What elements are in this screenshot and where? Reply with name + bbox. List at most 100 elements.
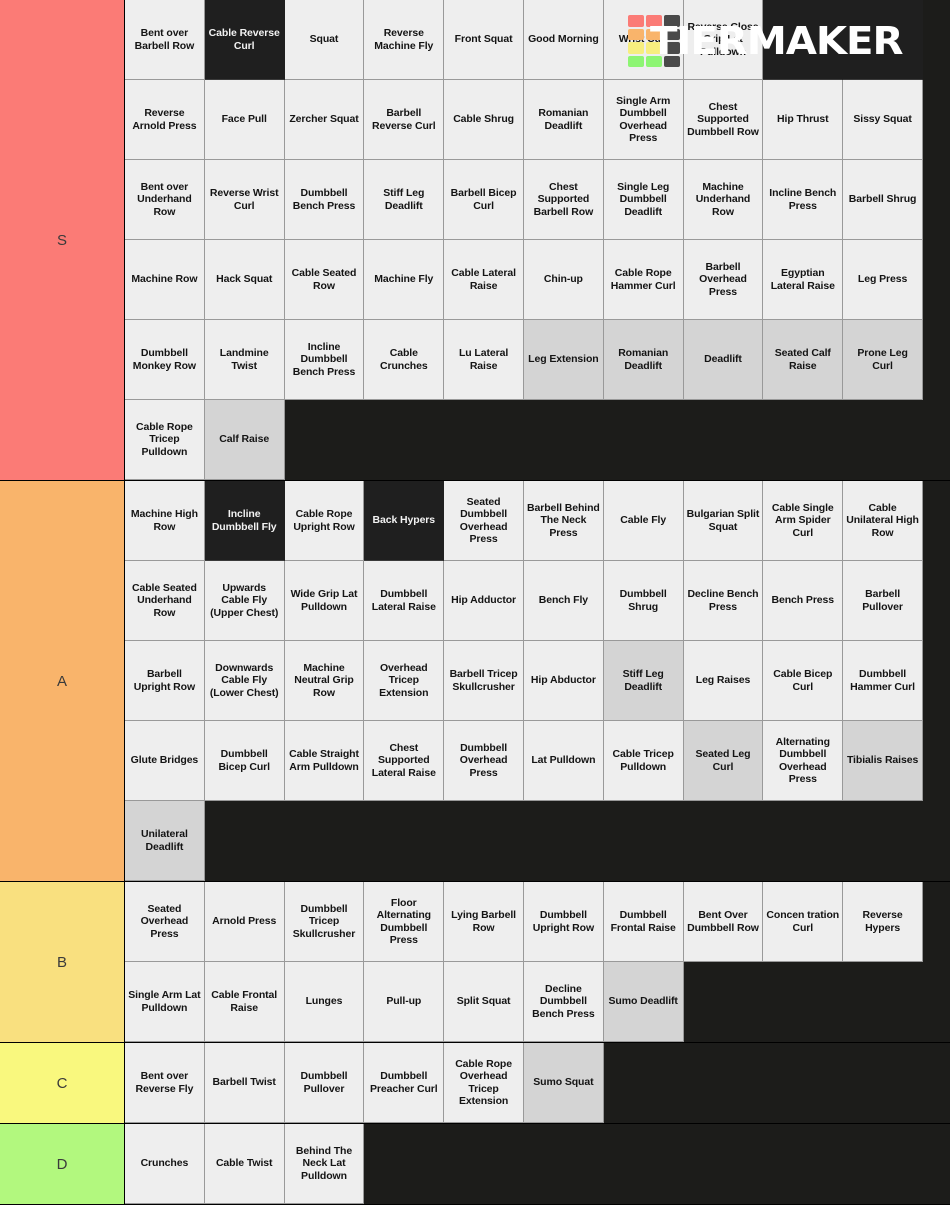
tier-item[interactable]: Leg Press: [843, 240, 923, 320]
tier-item[interactable]: Barbell Bicep Curl: [444, 160, 524, 240]
tier-item[interactable]: Dumbbell Preacher Curl: [364, 1043, 445, 1123]
tier-item[interactable]: Machine Underhand Row: [683, 160, 764, 240]
tier-item[interactable]: Stiff Leg Deadlift: [364, 160, 445, 240]
tier-item[interactable]: Wrist Curl: [603, 0, 684, 80]
tier-item[interactable]: Wide Grip Lat Pulldown: [284, 561, 365, 641]
tier-item[interactable]: Single Leg Dumbbell Deadlift: [603, 160, 684, 240]
tier-item[interactable]: Barbell Tricep Skullcrusher: [444, 641, 524, 721]
tier-item[interactable]: Cable Seated Row: [284, 240, 365, 320]
tier-item[interactable]: Face Pull: [204, 80, 285, 160]
tier-item[interactable]: Reverse Arnold Press: [125, 80, 205, 160]
tier-item[interactable]: Dumbbell Pullover: [284, 1043, 365, 1123]
tier-item[interactable]: Lunges: [284, 962, 365, 1042]
tier-item[interactable]: Glute Bridges: [125, 721, 205, 801]
tier-item[interactable]: Decline Bench Press: [683, 561, 764, 641]
tier-item[interactable]: Leg Extension: [523, 320, 604, 400]
tier-item[interactable]: Egyptian Lateral Raise: [763, 240, 844, 320]
tier-item[interactable]: Dumbbell Monkey Row: [125, 320, 205, 400]
tier-item[interactable]: Seated Overhead Press: [125, 882, 205, 962]
tier-item[interactable]: Dumbbell Overhead Press: [444, 721, 524, 801]
tier-item[interactable]: Cable Crunches: [364, 320, 445, 400]
tier-item[interactable]: Dumbbell Upright Row: [523, 882, 604, 962]
tier-item[interactable]: Dumbbell Bench Press: [284, 160, 365, 240]
tier-item[interactable]: Cable Shrug: [444, 80, 524, 160]
tier-label-s[interactable]: S: [0, 0, 125, 480]
tier-item[interactable]: Chest Supported Dumbbell Row: [683, 80, 764, 160]
tier-item[interactable]: Floor Alternating Dumbbell Press: [364, 882, 445, 962]
tier-item[interactable]: Stiff Leg Deadlift: [603, 641, 684, 721]
tier-item[interactable]: Dumbbell Hammer Curl: [843, 641, 923, 721]
tier-item[interactable]: Bent Over Dumbbell Row: [683, 882, 764, 962]
tier-item[interactable]: Single Arm Dumbbell Overhead Press: [603, 80, 684, 160]
tier-item[interactable]: Sumo Deadlift: [603, 962, 684, 1042]
tier-item[interactable]: Squat: [284, 0, 365, 80]
tier-item[interactable]: Zercher Squat: [284, 80, 365, 160]
tier-item[interactable]: Hip Adductor: [444, 561, 524, 641]
tier-item[interactable]: Cable Rope Overhead Tricep Extension: [444, 1043, 524, 1123]
tier-item[interactable]: Cable Frontal Raise: [204, 962, 285, 1042]
tier-item[interactable]: Lat Pulldown: [523, 721, 604, 801]
tier-item[interactable]: Cable Straight Arm Pulldown: [284, 721, 365, 801]
tier-item[interactable]: Bench Fly: [523, 561, 604, 641]
tier-item[interactable]: Upwards Cable Fly (Upper Chest): [204, 561, 285, 641]
tier-item[interactable]: Behind The Neck Lat Pulldown: [284, 1124, 365, 1204]
tier-item[interactable]: Tibialis Raises: [843, 721, 923, 801]
tier-item[interactable]: Calf Raise: [204, 400, 285, 480]
tier-item[interactable]: Romanian Deadlift: [523, 80, 604, 160]
tier-item[interactable]: Overhead Tricep Extension: [364, 641, 445, 721]
tier-item[interactable]: Bent over Underhand Row: [125, 160, 205, 240]
tier-item[interactable]: Reverse Hypers: [843, 882, 923, 962]
tier-item[interactable]: Cable Tricep Pulldown: [603, 721, 684, 801]
tier-item[interactable]: Barbell Overhead Press: [683, 240, 764, 320]
tier-item[interactable]: Machine Fly: [364, 240, 445, 320]
tier-item[interactable]: Hack Squat: [204, 240, 285, 320]
tier-label-a[interactable]: A: [0, 481, 125, 881]
tier-item[interactable]: Arnold Press: [204, 882, 285, 962]
tier-item[interactable]: Cable Twist: [204, 1124, 285, 1204]
tier-item[interactable]: Crunches: [125, 1124, 205, 1204]
tier-item[interactable]: Dumbbell Lateral Raise: [364, 561, 445, 641]
tier-item[interactable]: Sissy Squat: [843, 80, 923, 160]
tier-item[interactable]: Hip Abductor: [523, 641, 604, 721]
tier-item[interactable]: Machine Row: [125, 240, 205, 320]
tier-item[interactable]: Cable Seated Underhand Row: [125, 561, 205, 641]
tier-item[interactable]: Single Arm Lat Pulldown: [125, 962, 205, 1042]
tier-label-c[interactable]: C: [0, 1043, 125, 1123]
tier-item[interactable]: Decline Dumbbell Bench Press: [523, 962, 604, 1042]
tier-item[interactable]: Bent over Barbell Row: [125, 0, 205, 80]
tier-item[interactable]: Pull-up: [364, 962, 445, 1042]
tier-label-b[interactable]: B: [0, 882, 125, 1042]
tier-item[interactable]: Bulgarian Split Squat: [683, 481, 764, 561]
tier-item[interactable]: Cable Single Arm Spider Curl: [763, 481, 844, 561]
tier-item[interactable]: Split Squat: [444, 962, 524, 1042]
tier-item[interactable]: Barbell Behind The Neck Press: [523, 481, 604, 561]
tier-item[interactable]: Barbell Pullover: [843, 561, 923, 641]
tier-item[interactable]: Cable Rope Hammer Curl: [603, 240, 684, 320]
tier-item[interactable]: Alternating Dumbbell Overhead Press: [763, 721, 844, 801]
tier-item[interactable]: Back Hypers: [364, 481, 445, 561]
tier-item[interactable]: Incline Dumbbell Fly: [204, 481, 285, 561]
tier-item[interactable]: Seated Dumbbell Overhead Press: [444, 481, 524, 561]
tier-item[interactable]: Bench Press: [763, 561, 844, 641]
tier-item[interactable]: Cable Unilateral High Row: [843, 481, 923, 561]
tier-item[interactable]: Lying Barbell Row: [444, 882, 524, 962]
tier-item[interactable]: Chin-up: [523, 240, 604, 320]
tier-item[interactable]: Lu Lateral Raise: [444, 320, 524, 400]
tier-item[interactable]: Landmine Twist: [204, 320, 285, 400]
tier-item[interactable]: Cable Lateral Raise: [444, 240, 524, 320]
tier-item[interactable]: Romanian Deadlift: [603, 320, 684, 400]
tier-item[interactable]: Downwards Cable Fly (Lower Chest): [204, 641, 285, 721]
tier-item[interactable]: Front Squat: [444, 0, 524, 80]
tier-item[interactable]: Chest Supported Lateral Raise: [364, 721, 445, 801]
tier-item[interactable]: Prone Leg Curl: [843, 320, 923, 400]
tier-item[interactable]: Machine Neutral Grip Row: [284, 641, 365, 721]
tier-item[interactable]: Chest Supported Barbell Row: [523, 160, 604, 240]
tier-item[interactable]: Barbell Shrug: [843, 160, 923, 240]
tier-item[interactable]: Dumbbell Shrug: [603, 561, 684, 641]
tier-item[interactable]: Hip Thrust: [763, 80, 844, 160]
tier-item[interactable]: Bent over Reverse Fly: [125, 1043, 205, 1123]
tier-item[interactable]: Cable Fly: [603, 481, 684, 561]
tier-item[interactable]: Barbell Upright Row: [125, 641, 205, 721]
tier-item[interactable]: Deadlift: [683, 320, 764, 400]
tier-item[interactable]: Sumo Squat: [523, 1043, 604, 1123]
